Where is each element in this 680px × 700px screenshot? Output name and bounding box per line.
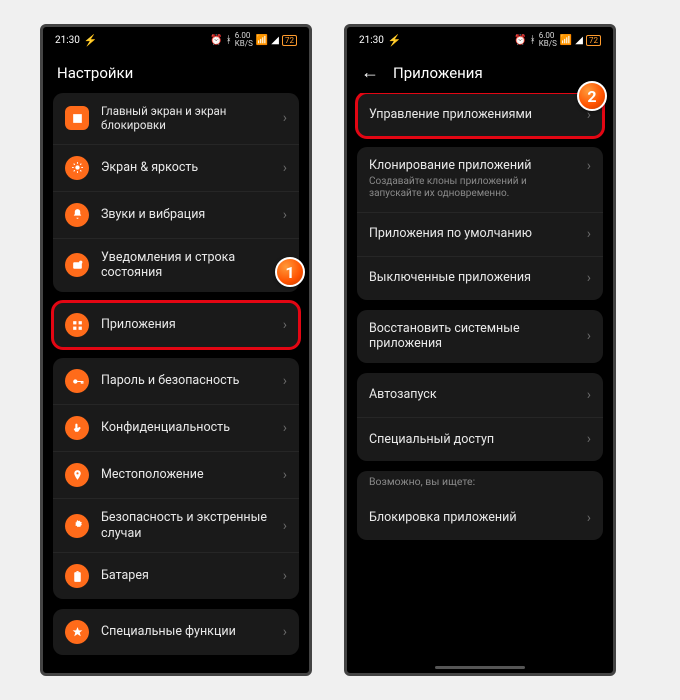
clock: 21:30 [55,35,80,46]
screenshot-1: 21:30 ⚡ ⏰ ᚼ 6.00KB/S 📶 ◢ 72 Настройки Гл… [40,24,312,676]
page-title-bar: Настройки [43,53,309,93]
apps-item-autostart[interactable]: Автозапуск › [357,373,603,417]
signal-sim1-icon: 📶 [560,35,572,46]
highlight-manage-apps: Управление приложениями › [357,93,603,137]
apps-item-default[interactable]: Приложения по умолчанию › [357,212,603,256]
chevron-right-icon: › [283,207,287,223]
chevron-right-icon: › [587,328,591,344]
settings-item-special-features[interactable]: Специальные функции › [53,609,299,655]
screenshot-2: 21:30 ⚡ ⏰ ᚼ 6.00KB/S 📶 ◢ 72 ← Приложения… [344,24,616,676]
settings-item-sound[interactable]: Звуки и вибрация › [53,191,299,238]
clock: 21:30 [359,35,384,46]
chevron-right-icon: › [283,568,287,584]
chevron-right-icon: › [587,431,591,447]
key-icon [65,369,89,393]
bolt-icon: ⚡ [388,34,402,47]
row-title: Клонирование приложений [369,158,531,173]
settings-item-display[interactable]: Экран & яркость › [53,144,299,191]
battery-indicator: 72 [586,35,601,46]
alarm-icon: ⏰ [210,35,222,46]
chevron-right-icon: › [587,270,591,286]
chevron-right-icon: › [587,510,591,526]
row-subtitle: Создавайте клоны приложений и запускайте… [369,176,575,201]
chevron-right-icon: › [283,317,287,333]
status-icons: ⏰ ᚼ 6.00KB/S 📶 ◢ 72 [210,32,297,48]
notification-badge-icon [65,253,89,277]
image-icon [65,106,89,130]
settings-item-lockscreen[interactable]: Главный экран и экран блокировки › [53,93,299,144]
status-icons: ⏰ ᚼ 6.00KB/S 📶 ◢ 72 [514,32,601,48]
signal-sim1-icon: 📶 [256,35,268,46]
battery-icon [65,564,89,588]
alarm-icon: ⏰ [514,35,526,46]
bolt-icon: ⚡ [84,34,98,47]
apps-item-applock[interactable]: Блокировка приложений › [357,496,603,540]
back-button[interactable]: ← [361,64,379,82]
apps-grid-icon [65,313,89,337]
step-badge-1: 1 [275,257,305,287]
chevron-right-icon: › [283,160,287,176]
search-hint: Возможно, вы ищете: [357,471,603,496]
settings-item-password[interactable]: Пароль и безопасность › [53,358,299,404]
hand-icon [65,416,89,440]
sos-icon [65,514,89,538]
chevron-right-icon: › [587,158,591,174]
chevron-right-icon: › [283,467,287,483]
chevron-right-icon: › [283,624,287,640]
signal-sim2-icon: ◢ [575,35,583,46]
settings-item-notifications[interactable]: Уведомления и строка состояния › [53,238,299,292]
chevron-right-icon: › [283,420,287,436]
page-title-bar: ← Приложения [347,53,613,93]
apps-item-restore-system[interactable]: Восстановить системные приложения › [357,310,603,363]
bell-icon [65,203,89,227]
apps-item-special-access[interactable]: Специальный доступ › [357,417,603,461]
apps-item-clone[interactable]: Клонирование приложений Создавайте клоны… [357,147,603,212]
chevron-right-icon: › [283,518,287,534]
sun-icon [65,156,89,180]
chevron-right-icon: › [587,226,591,242]
pin-icon [65,463,89,487]
settings-item-location[interactable]: Местоположение › [53,451,299,498]
bluetooth-icon: ᚼ [530,35,536,46]
chevron-right-icon: › [283,373,287,389]
settings-item-privacy[interactable]: Конфиденциальность › [53,404,299,451]
page-title: Приложения [393,64,483,82]
gesture-bar[interactable] [435,666,525,669]
page-title: Настройки [57,64,133,82]
status-bar: 21:30 ⚡ ⏰ ᚼ 6.00KB/S 📶 ◢ 72 [347,27,613,53]
apps-item-disabled[interactable]: Выключенные приложения › [357,256,603,300]
bluetooth-icon: ᚼ [226,35,232,46]
settings-item-security[interactable]: Безопасность и экстренные случаи › [53,498,299,552]
settings-item-apps[interactable]: Приложения › [53,302,299,348]
star-icon [65,620,89,644]
chevron-right-icon: › [587,387,591,403]
settings-item-battery[interactable]: Батарея › [53,552,299,599]
chevron-right-icon: › [283,110,287,126]
battery-indicator: 72 [282,35,297,46]
signal-sim2-icon: ◢ [271,35,279,46]
highlight-apps: Приложения › [53,302,299,348]
apps-item-manage[interactable]: Управление приложениями › [357,93,603,137]
step-badge-2: 2 [577,81,607,111]
status-bar: 21:30 ⚡ ⏰ ᚼ 6.00KB/S 📶 ◢ 72 [43,27,309,53]
